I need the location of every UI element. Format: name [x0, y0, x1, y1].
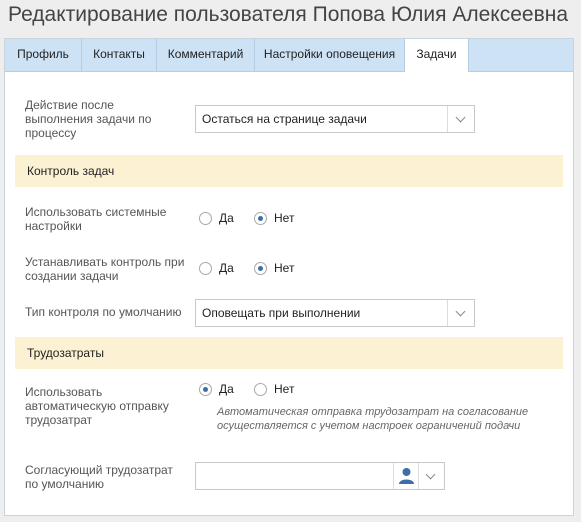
page-title: Редактирование пользователя Попова Юлия …: [8, 3, 568, 26]
use-system-label: Использовать системные настройки: [25, 205, 167, 233]
set-control-no-radio[interactable]: [254, 262, 267, 275]
control-type-value: Оповещать при выполнении: [202, 306, 361, 320]
set-control-label: Устанавливать контроль при создании зада…: [25, 255, 185, 283]
section-task-control-title: Контроль задач: [27, 164, 115, 178]
auto-send-yes-radio[interactable]: [199, 383, 212, 396]
chevron-down-icon[interactable]: [418, 463, 444, 489]
tab-comment[interactable]: Комментарий: [157, 39, 255, 71]
after-action-select[interactable]: Остаться на странице задачи: [195, 105, 475, 133]
tab-profile[interactable]: Профиль: [5, 39, 82, 71]
section-labor-title: Трудозатраты: [27, 346, 104, 360]
auto-send-label: Использовать автоматическую отправку тру…: [25, 385, 169, 427]
user-icon[interactable]: [393, 463, 419, 489]
tab-bar: Профиль Контакты Комментарий Настройки о…: [5, 39, 573, 72]
auto-send-no-label: Нет: [274, 382, 295, 396]
tab-contacts[interactable]: Контакты: [82, 39, 157, 71]
section-labor: Трудозатраты: [15, 337, 563, 369]
set-control-no-label: Нет: [274, 261, 295, 275]
use-system-yes-label: Да: [219, 211, 234, 225]
use-system-no-radio[interactable]: [254, 212, 267, 225]
auto-send-no-radio[interactable]: [254, 383, 267, 396]
user-edit-panel: Профиль Контакты Комментарий Настройки о…: [4, 38, 574, 516]
set-control-yes-label: Да: [219, 261, 234, 275]
control-type-select[interactable]: Оповещать при выполнении: [195, 299, 475, 327]
chevron-down-icon[interactable]: [447, 106, 474, 132]
after-action-label: Действие после выполнения задачи по проц…: [25, 98, 152, 140]
auto-send-yes-label: Да: [219, 382, 234, 396]
approver-field[interactable]: [195, 462, 445, 490]
use-system-yes-radio[interactable]: [199, 212, 212, 225]
tab-notification-settings[interactable]: Настройки оповещения: [255, 39, 405, 71]
auto-send-hint: Автоматическая отправка трудозатрат на с…: [217, 406, 529, 432]
use-system-no-label: Нет: [274, 211, 295, 225]
section-task-control: Контроль задач: [15, 155, 563, 187]
set-control-yes-radio[interactable]: [199, 262, 212, 275]
tab-tasks[interactable]: Задачи: [405, 39, 469, 72]
chevron-down-icon[interactable]: [447, 300, 474, 326]
after-action-value: Остаться на странице задачи: [202, 112, 367, 126]
control-type-label: Тип контроля по умолчанию: [25, 305, 182, 319]
approver-label: Согласующий трудозатрат по умолчанию: [25, 463, 173, 491]
